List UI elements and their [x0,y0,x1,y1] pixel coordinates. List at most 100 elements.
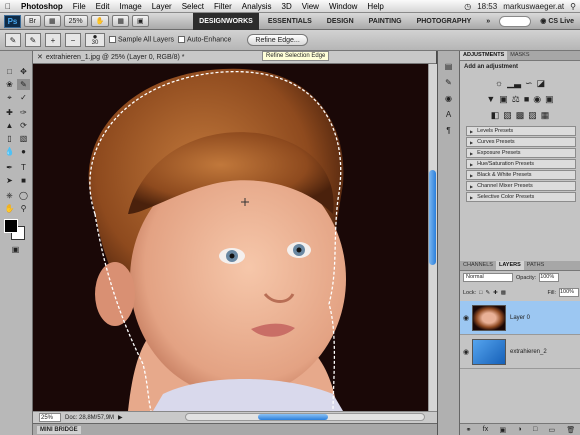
horizontal-scroll-thumb[interactable] [258,414,328,420]
layer-row[interactable]: ◉ extrahieren_2 [460,335,580,369]
levels-presets[interactable]: Levels Presets [466,126,576,136]
fill-field[interactable]: 100% [559,288,579,297]
tab-adjustments[interactable]: ADJUSTMENTS [460,51,508,60]
search-field[interactable] [499,15,532,27]
3d-rotate-tool-icon[interactable]: ⎈ [3,190,16,201]
dodge-tool-icon[interactable]: ● [17,146,30,157]
arrange-documents-button[interactable]: ▦ [112,15,129,27]
history-brush-tool-icon[interactable]: ⟳ [17,120,30,131]
launch-bridge-button[interactable]: Br [24,15,41,27]
lock-position-icon[interactable]: ✚ [493,290,498,296]
zoom-level-select[interactable]: 25% [63,15,88,27]
workspace-essentials[interactable]: ESSENTIALS [262,13,318,30]
brush-tool-icon[interactable]: ✑ [17,107,30,118]
vibrance-icon[interactable]: ▼ [486,94,495,105]
menu-photoshop[interactable]: Photoshop [16,2,68,11]
color-balance-icon[interactable]: ⚖ [512,94,520,105]
adjustment-layer-icon[interactable]: ◑ [517,426,521,433]
quick-mask-icon[interactable]: ▣ [9,244,22,255]
curves-presets[interactable]: Curves Presets [466,137,576,147]
zoom-tool-icon[interactable]: ⚲ [17,203,30,214]
posterize-icon[interactable]: ▧ [503,110,512,121]
new-layer-icon[interactable]: ▭ [548,426,555,434]
blur-tool-icon[interactable]: 💧 [3,146,16,157]
screen-mode-button[interactable]: ▣ [131,15,149,27]
blend-mode-select[interactable]: Normal [463,273,513,282]
menu-window[interactable]: Window [324,2,362,11]
curves-icon[interactable]: ∽ [525,78,533,89]
workspace-designworks[interactable]: DESIGNWORKS [193,12,259,30]
vertical-scroll-thumb[interactable] [429,170,436,265]
tab-masks[interactable]: MASKS [507,51,532,60]
menu-select[interactable]: Select [177,2,209,11]
selective-color-icon[interactable]: ▦ [541,110,550,121]
new-group-icon[interactable]: □ [533,426,537,433]
hue-saturation-icon[interactable]: ▣ [499,94,508,105]
workspace-painting[interactable]: PAINTING [363,13,408,30]
tab-channels[interactable]: CHANNELS [460,261,496,270]
eraser-tool-icon[interactable]: ▯ [3,133,16,144]
new-selection-icon[interactable]: ✎ [25,33,41,47]
brush-panel-icon[interactable]: ✎ [442,77,455,88]
selective-color-presets[interactable]: Selective Color Presets [466,192,576,202]
menu-edit[interactable]: Edit [91,2,115,11]
status-menu-arrow-icon[interactable]: ▶ [118,414,123,421]
healing-brush-tool-icon[interactable]: ✚ [3,107,16,118]
invert-icon[interactable]: ◧ [491,110,500,121]
auto-enhance-checkbox[interactable]: Auto-Enhance [178,36,231,44]
add-mask-icon[interactable]: ▣ [500,426,507,434]
visibility-eye-icon[interactable]: ◉ [460,348,472,356]
hand-tool-icon[interactable]: ✋ [90,15,110,27]
add-to-selection-icon[interactable]: + [45,33,61,47]
gradient-tool-icon[interactable]: ▧ [17,133,30,144]
clock-icon[interactable]: ◷ [464,2,471,11]
close-document-icon[interactable]: ✕ [37,53,43,61]
clone-stamp-tool-icon[interactable]: ▲ [3,120,16,131]
user-name[interactable]: markuswaeger.at [503,2,564,11]
gradient-map-icon[interactable]: ▨ [528,110,537,121]
menu-image[interactable]: Image [114,2,146,11]
channel-mixer-presets[interactable]: Channel Mixer Presets [466,181,576,191]
path-selection-tool-icon[interactable]: ➤ [3,175,16,186]
lock-all-icon[interactable]: ▩ [501,290,506,296]
lock-image-icon[interactable]: ✎ [485,290,490,296]
document-size-info[interactable]: Doc: 28,8M/57,9M [65,415,114,421]
eyedropper-tool-icon[interactable]: ✓ [17,92,30,103]
sample-all-layers-checkbox[interactable]: Sample All Layers [109,36,174,44]
brush-picker[interactable]: ● 30 [85,33,105,47]
menu-filter[interactable]: Filter [209,2,237,11]
paragraph-panel-icon[interactable]: ¶ [442,125,455,136]
photo-filter-icon[interactable]: ◉ [533,94,541,105]
layer-row[interactable]: ◉ Layer 0 [460,301,580,335]
layer-name[interactable]: extrahieren_2 [510,349,547,355]
pen-tool-icon[interactable]: ✒ [3,162,16,173]
lock-transparent-icon[interactable]: □ [479,290,482,296]
auto-enhance-box[interactable] [178,36,186,44]
mini-bridge-tab[interactable]: MINI BRIDGE [37,425,81,434]
menu-layer[interactable]: Layer [147,2,177,11]
status-zoom-field[interactable]: 25% [39,413,61,422]
exposure-presets[interactable]: Exposure Presets [466,148,576,158]
channel-mixer-icon[interactable]: ▣ [545,94,554,105]
menu-3d[interactable]: 3D [277,2,297,11]
layer-thumbnail[interactable] [472,338,506,365]
marquee-tool-icon[interactable]: □ [3,66,16,77]
lasso-tool-icon[interactable]: ❀ [3,79,16,90]
shape-tool-icon[interactable]: ■ [17,175,30,186]
exposure-icon[interactable]: ◪ [537,78,546,89]
document-canvas[interactable] [33,64,428,411]
visibility-eye-icon[interactable]: ◉ [460,314,472,322]
opacity-field[interactable]: 100% [539,273,560,282]
type-tool-icon[interactable]: T [17,162,30,173]
layer-name[interactable]: Layer 0 [510,315,530,321]
link-layers-icon[interactable]: ⚭ [466,426,472,434]
spotlight-search-icon[interactable]: ⚲ [570,2,576,11]
tool-preset-picker[interactable]: ✎ [5,33,21,47]
brightness-contrast-icon[interactable]: ☼ [495,78,503,89]
workspace-photography[interactable]: PHOTOGRAPHY [411,13,478,30]
workspace-more-button[interactable]: » [480,13,496,30]
foreground-color-swatch[interactable] [4,219,18,233]
move-tool-icon[interactable]: ✥ [17,66,30,77]
view-extras-button[interactable]: ▦ [44,15,61,27]
hue-saturation-presets[interactable]: Hue/Saturation Presets [466,159,576,169]
